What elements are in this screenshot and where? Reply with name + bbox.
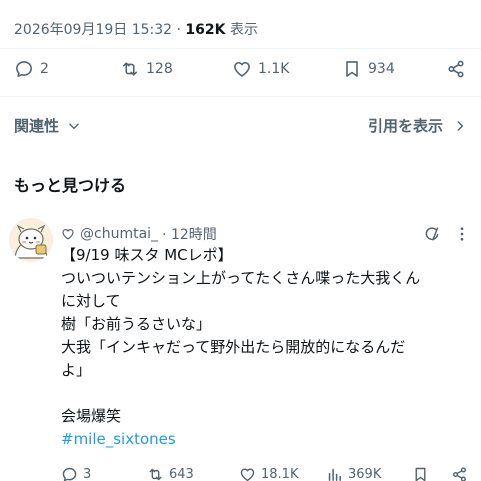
like-button[interactable]: 18.1K <box>239 463 298 481</box>
post-line: よ」 <box>61 361 92 379</box>
divider <box>0 96 481 97</box>
view-label: 表示 <box>229 22 258 38</box>
author-handle[interactable]: @chumtai_ <box>80 226 158 242</box>
analytics-icon <box>328 468 341 481</box>
chevron-down-icon <box>69 123 79 129</box>
retweet-button[interactable]: 643 <box>147 463 194 481</box>
reply-count: 2 <box>40 61 49 77</box>
section-title: もっと見つける <box>14 176 127 195</box>
post-action-bar: 3 643 18.1K 369K <box>0 463 481 481</box>
like-count: 1.1K <box>258 61 290 77</box>
related-row: 関連性 引用を表示 <box>0 112 481 140</box>
reply-icon <box>62 467 77 481</box>
share-icon <box>453 466 466 481</box>
bookmark-button[interactable] <box>412 463 429 481</box>
post-line: ついついテンション上がってたくさん喋った大我くん <box>61 269 421 287</box>
like-button[interactable]: 1.1K <box>232 56 289 82</box>
divider <box>0 48 481 49</box>
post-line: 【9/19 味スタ MCレポ】 <box>61 246 233 264</box>
sort-dropdown[interactable]: 関連性 <box>14 115 81 136</box>
timestamp: 2026年09月19日 15:32 <box>14 22 173 38</box>
retweet-count: 128 <box>146 61 173 77</box>
retweet-count: 643 <box>169 466 194 481</box>
grok-icon[interactable] <box>423 225 441 243</box>
retweet-icon <box>149 468 162 480</box>
heart-icon <box>240 467 255 481</box>
share-icon <box>448 60 464 78</box>
reply-icon <box>16 61 32 77</box>
post-header: @chumtai_ · 12時間 <box>61 224 217 244</box>
post-line: 樹「お前うるさいな」 <box>61 315 212 333</box>
post-line: に対して <box>61 292 121 310</box>
share-button[interactable] <box>446 56 466 82</box>
share-button[interactable] <box>451 463 468 481</box>
heart-icon <box>62 229 74 240</box>
bookmark-icon <box>415 467 426 481</box>
retweet-button[interactable]: 128 <box>120 56 173 82</box>
post-line: 大我「インキャだって野外出たら開放的になるんだ <box>61 338 406 356</box>
view-quotes-label: 引用を表示 <box>367 117 443 135</box>
retweet-icon <box>122 62 138 76</box>
views-button[interactable]: 369K <box>326 463 381 481</box>
tweet-action-bar: 2 128 1.1K 934 <box>0 56 481 82</box>
meta-separator: · <box>176 22 181 38</box>
tweet-meta: 2026年09月19日 15:32 · 162K 表示 <box>14 19 258 39</box>
sort-label: 関連性 <box>14 117 60 135</box>
chevron-right-icon <box>457 120 464 131</box>
post-line-blank <box>61 382 420 405</box>
heart-icon <box>234 61 250 77</box>
views-count: 369K <box>348 466 382 481</box>
avatar[interactable] <box>9 218 53 262</box>
post-body: 【9/19 味スタ MCレポ】 ついついテンション上がってたくさん喋った大我くん… <box>61 244 420 451</box>
hashtag-link[interactable]: #mile_sixtones <box>61 428 420 451</box>
more-options-icon[interactable] <box>453 225 471 243</box>
like-count: 18.1K <box>261 466 299 481</box>
post-line: 会場爆笑 <box>61 407 122 425</box>
bookmark-count: 934 <box>368 61 395 77</box>
avatar-illustration <box>9 218 53 262</box>
bookmark-button[interactable]: 934 <box>342 56 395 82</box>
reply-count: 3 <box>83 466 92 481</box>
reply-button[interactable]: 3 <box>61 463 91 481</box>
view-quotes-link[interactable]: 引用を表示 <box>368 115 467 136</box>
post-time[interactable]: · 12時間 <box>162 224 217 244</box>
bookmark-icon <box>346 61 358 77</box>
reply-button[interactable]: 2 <box>14 56 49 82</box>
cut-off-text <box>0 0 481 6</box>
view-count: 162K <box>185 22 226 38</box>
